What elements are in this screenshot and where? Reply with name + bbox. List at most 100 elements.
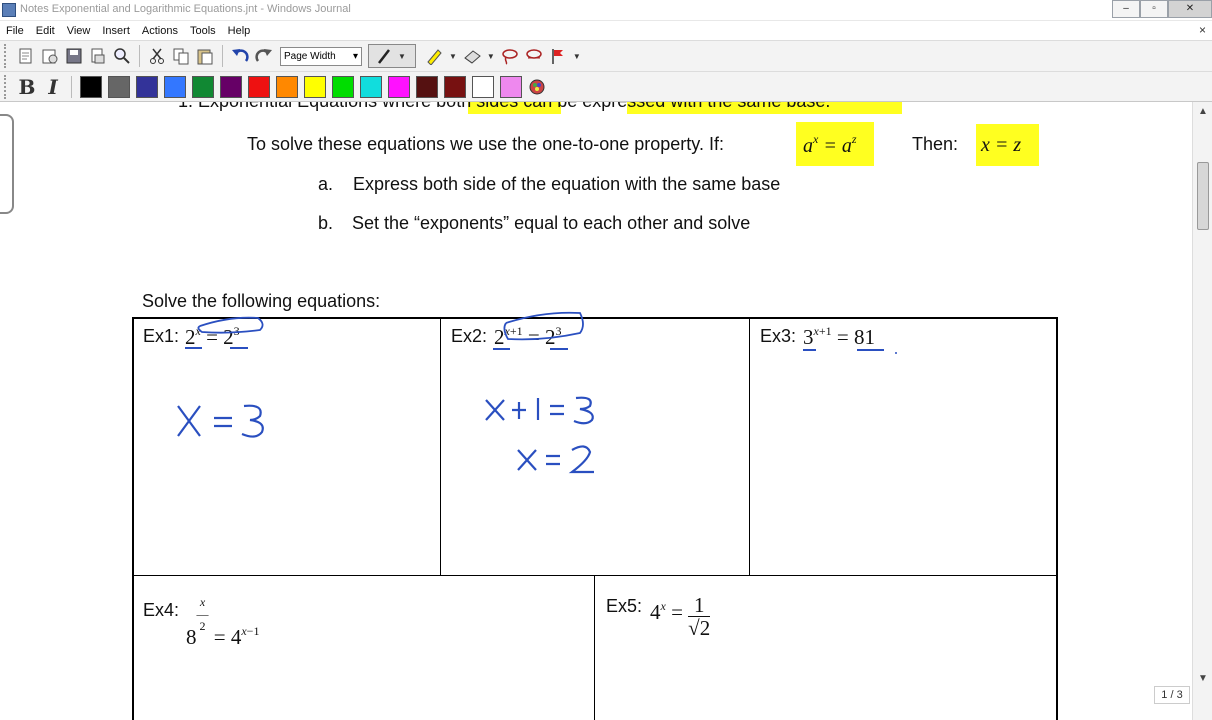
toolbar-grip[interactable] xyxy=(4,74,10,99)
new-note-icon[interactable] xyxy=(15,45,37,67)
menu-file[interactable]: File xyxy=(6,25,24,37)
pen-tool-button[interactable]: ▼ xyxy=(368,44,416,68)
table-border-left xyxy=(132,317,134,720)
color-picker-icon[interactable] xyxy=(526,76,548,98)
highlighter-icon[interactable] xyxy=(423,45,445,67)
table-border-top xyxy=(132,317,1058,319)
scroll-down-icon[interactable]: ▼ xyxy=(1198,673,1208,684)
journal-page[interactable]: 1. Exponential Equations where both side… xyxy=(0,102,1192,720)
menu-bar: File Edit View Insert Actions Tools Help… xyxy=(0,21,1212,40)
page-side-tab[interactable] xyxy=(0,114,14,214)
flag-icon[interactable] xyxy=(547,45,569,67)
paste-icon[interactable] xyxy=(194,45,216,67)
toolbar-grip[interactable] xyxy=(4,44,10,68)
maximize-button[interactable]: ▫ xyxy=(1140,0,1168,18)
chevron-down-icon[interactable]: ▼ xyxy=(573,52,581,61)
menu-view[interactable]: View xyxy=(67,25,91,37)
window-title: Notes Exponential and Logarithmic Equati… xyxy=(20,3,351,15)
color-swatch-4[interactable] xyxy=(164,75,186,98)
chevron-down-icon[interactable]: ▼ xyxy=(487,52,495,61)
chevron-down-icon: ▼ xyxy=(398,51,406,61)
color-palette xyxy=(77,75,525,98)
window-controls: – ▫ ✕ xyxy=(1112,0,1212,18)
document-close-icon[interactable]: × xyxy=(1199,23,1206,37)
one-to-one-result: x = z xyxy=(981,134,1022,156)
solve-heading: Solve the following equations: xyxy=(142,291,381,311)
menu-insert[interactable]: Insert xyxy=(102,25,130,37)
ex5-equation: 4x = 1 √2 xyxy=(650,593,711,640)
step-b-letter: b. xyxy=(318,213,334,233)
color-swatch-3[interactable] xyxy=(136,75,158,98)
zoom-dropdown[interactable]: Page Width ▾ xyxy=(280,46,362,66)
insert-space-icon[interactable] xyxy=(523,45,545,67)
copy-icon[interactable] xyxy=(170,45,192,67)
menu-tools[interactable]: Tools xyxy=(190,25,216,37)
color-swatch-11[interactable] xyxy=(360,75,382,98)
toolbar-separator xyxy=(139,45,140,67)
zoom-value: Page Width xyxy=(284,50,336,62)
cut-off-heading: 1. Exponential Equations where both side… xyxy=(178,102,830,112)
ex4-label: Ex4: xyxy=(143,600,180,620)
undo-icon[interactable] xyxy=(229,45,251,67)
title-bar: Notes Exponential and Logarithmic Equati… xyxy=(0,0,1212,21)
color-swatch-1[interactable] xyxy=(80,75,102,98)
scroll-up-icon[interactable]: ▲ xyxy=(1198,106,1208,117)
color-swatch-2[interactable] xyxy=(108,75,130,98)
vertical-scrollbar[interactable]: ▲ ▼ xyxy=(1192,102,1212,720)
find-icon[interactable] xyxy=(111,45,133,67)
save-icon[interactable] xyxy=(63,45,85,67)
table-divider xyxy=(132,575,1058,576)
bold-icon[interactable]: B xyxy=(14,75,40,99)
then-label: Then: xyxy=(912,134,959,154)
print-preview-icon[interactable] xyxy=(87,45,109,67)
ex1-handwritten-answer xyxy=(177,404,264,438)
toolbar-separator xyxy=(71,75,72,98)
lasso-select-icon[interactable] xyxy=(499,45,521,67)
one-to-one-condition: ax = az xyxy=(803,132,857,157)
redo-icon[interactable] xyxy=(253,45,275,67)
color-swatch-10[interactable] xyxy=(332,75,354,98)
eraser-icon[interactable] xyxy=(461,45,483,67)
color-swatch-8[interactable] xyxy=(276,75,298,98)
ex4-equation: 8x —2 = 4x−1 xyxy=(186,595,260,649)
color-swatch-13[interactable] xyxy=(416,75,438,98)
ex1-label: Ex1: xyxy=(143,326,180,346)
cut-icon[interactable] xyxy=(146,45,168,67)
intro-text: To solve these equations we use the one-… xyxy=(247,134,724,154)
color-swatch-9[interactable] xyxy=(304,75,326,98)
table-divider xyxy=(749,317,750,575)
color-swatch-5[interactable] xyxy=(192,75,214,98)
close-button[interactable]: ✕ xyxy=(1168,0,1212,18)
menu-help[interactable]: Help xyxy=(228,25,251,37)
menu-edit[interactable]: Edit xyxy=(36,25,55,37)
step-b-text: Set the “exponents” equal to each other … xyxy=(352,213,751,233)
ex1-ink xyxy=(185,316,264,349)
ex2-handwritten-work xyxy=(485,396,594,474)
step-a-text: Express both side of the equation with t… xyxy=(353,174,781,194)
format-toolbar: B I xyxy=(0,71,1212,102)
table-border-right xyxy=(1056,317,1058,720)
toolbar-separator xyxy=(222,45,223,67)
color-swatch-12[interactable] xyxy=(388,75,410,98)
page-indicator: 1 / 3 xyxy=(1154,686,1190,704)
color-swatch-16[interactable] xyxy=(500,75,522,98)
chevron-down-icon: ▾ xyxy=(352,50,358,62)
minimize-button[interactable]: – xyxy=(1112,0,1140,18)
scroll-thumb[interactable] xyxy=(1197,162,1209,230)
color-swatch-15[interactable] xyxy=(472,75,494,98)
ex3-ink xyxy=(803,349,897,354)
menu-actions[interactable]: Actions xyxy=(142,25,178,37)
table-divider xyxy=(440,317,441,575)
italic-icon[interactable]: I xyxy=(40,75,66,99)
pen-icon xyxy=(378,49,391,64)
color-swatch-14[interactable] xyxy=(444,75,466,98)
ex3-label: Ex3: xyxy=(760,326,797,346)
chevron-down-icon[interactable]: ▼ xyxy=(449,52,457,61)
open-icon[interactable] xyxy=(39,45,61,67)
color-swatch-6[interactable] xyxy=(220,75,242,98)
color-swatch-7[interactable] xyxy=(248,75,270,98)
table-divider xyxy=(594,575,595,720)
ex2-label: Ex2: xyxy=(451,326,488,346)
ex2-ink xyxy=(493,311,584,350)
step-a-letter: a. xyxy=(318,174,334,194)
